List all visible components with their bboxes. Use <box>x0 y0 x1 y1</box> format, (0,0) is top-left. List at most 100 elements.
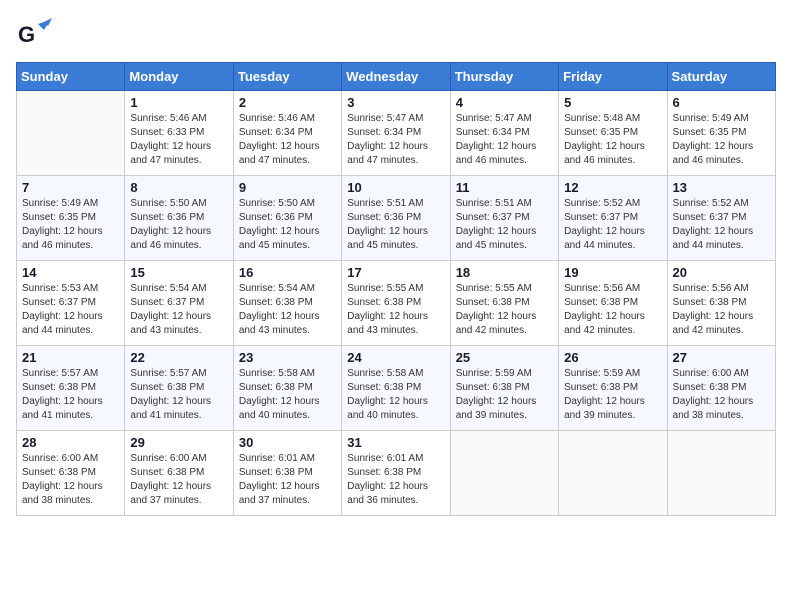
day-number: 5 <box>564 95 661 110</box>
day-number: 13 <box>673 180 770 195</box>
day-info: Sunrise: 5:50 AM Sunset: 6:36 PM Dayligh… <box>239 197 336 253</box>
calendar-cell: 21 Sunrise: 5:57 AM Sunset: 6:38 PM Dayli… <box>17 346 125 431</box>
day-number: 23 <box>239 350 336 365</box>
calendar-cell: 25 Sunrise: 5:59 AM Sunset: 6:38 PM Dayli… <box>450 346 558 431</box>
calendar-cell: 18Sunrise: 5:55 AM Sunset: 6:38 PM Dayli… <box>450 261 558 346</box>
day-info: Sunrise: 6:01 AM Sunset: 6:38 PM Dayligh… <box>347 452 444 508</box>
day-info: Sunrise: 5:54 AM Sunset: 6:38 PM Dayligh… <box>239 282 336 338</box>
day-info: Sunrise: 5:56 AM Sunset: 6:38 PM Dayligh… <box>564 282 661 338</box>
day-number: 16 <box>239 265 336 280</box>
day-info: Sunrise: 5:50 AM Sunset: 6:36 PM Dayligh… <box>130 197 227 253</box>
day-number: 17 <box>347 265 444 280</box>
day-number: 11 <box>456 180 553 195</box>
calendar-header-row: SundayMondayTuesdayWednesdayThursdayFrid… <box>17 63 776 91</box>
calendar-cell: 10Sunrise: 5:51 AM Sunset: 6:36 PM Dayli… <box>342 176 450 261</box>
day-number: 24 <box>347 350 444 365</box>
calendar-table: SundayMondayTuesdayWednesdayThursdayFrid… <box>16 62 776 516</box>
day-info: Sunrise: 6:00 AM Sunset: 6:38 PM Dayligh… <box>673 367 770 423</box>
calendar-cell: 19 Sunrise: 5:56 AM Sunset: 6:38 PM Dayli… <box>559 261 667 346</box>
day-number: 12 <box>564 180 661 195</box>
calendar-cell: 14 Sunrise: 5:53 AM Sunset: 6:37 PM Dayli… <box>17 261 125 346</box>
calendar-cell: 30Sunrise: 6:01 AM Sunset: 6:38 PM Dayli… <box>233 431 341 516</box>
day-number: 27 <box>673 350 770 365</box>
calendar-week-row: 7 Sunrise: 5:49 AM Sunset: 6:35 PM Daylig… <box>17 176 776 261</box>
day-header-friday: Friday <box>559 63 667 91</box>
calendar-cell <box>450 431 558 516</box>
day-number: 28 <box>22 435 119 450</box>
calendar-week-row: 28 Sunrise: 6:00 AM Sunset: 6:38 PM Dayli… <box>17 431 776 516</box>
day-number: 30 <box>239 435 336 450</box>
day-info: Sunrise: 5:49 AM Sunset: 6:35 PM Dayligh… <box>673 112 770 168</box>
day-info: Sunrise: 5:53 AM Sunset: 6:37 PM Dayligh… <box>22 282 119 338</box>
day-info: Sunrise: 5:49 AM Sunset: 6:35 PM Dayligh… <box>22 197 119 253</box>
day-number: 20 <box>673 265 770 280</box>
calendar-cell: 26 Sunrise: 5:59 AM Sunset: 6:38 PM Dayli… <box>559 346 667 431</box>
day-info: Sunrise: 5:56 AM Sunset: 6:38 PM Dayligh… <box>673 282 770 338</box>
calendar-body: 1 Sunrise: 5:46 AM Sunset: 6:33 PM Daylig… <box>17 91 776 516</box>
day-number: 1 <box>130 95 227 110</box>
day-info: Sunrise: 5:57 AM Sunset: 6:38 PM Dayligh… <box>22 367 119 423</box>
calendar-cell: 5 Sunrise: 5:48 AM Sunset: 6:35 PM Daylig… <box>559 91 667 176</box>
calendar-cell: 31Sunrise: 6:01 AM Sunset: 6:38 PM Dayli… <box>342 431 450 516</box>
day-info: Sunrise: 5:48 AM Sunset: 6:35 PM Dayligh… <box>564 112 661 168</box>
day-number: 7 <box>22 180 119 195</box>
calendar-week-row: 1 Sunrise: 5:46 AM Sunset: 6:33 PM Daylig… <box>17 91 776 176</box>
calendar-cell: 12 Sunrise: 5:52 AM Sunset: 6:37 PM Dayli… <box>559 176 667 261</box>
day-number: 18 <box>456 265 553 280</box>
day-number: 3 <box>347 95 444 110</box>
calendar-week-row: 21 Sunrise: 5:57 AM Sunset: 6:38 PM Dayli… <box>17 346 776 431</box>
calendar-cell: 9 Sunrise: 5:50 AM Sunset: 6:36 PM Daylig… <box>233 176 341 261</box>
day-info: Sunrise: 5:58 AM Sunset: 6:38 PM Dayligh… <box>239 367 336 423</box>
calendar-cell: 7 Sunrise: 5:49 AM Sunset: 6:35 PM Daylig… <box>17 176 125 261</box>
calendar-cell: 22Sunrise: 5:57 AM Sunset: 6:38 PM Dayli… <box>125 346 233 431</box>
day-number: 19 <box>564 265 661 280</box>
day-info: Sunrise: 5:59 AM Sunset: 6:38 PM Dayligh… <box>456 367 553 423</box>
calendar-cell: 2Sunrise: 5:46 AM Sunset: 6:34 PM Daylig… <box>233 91 341 176</box>
day-info: Sunrise: 6:00 AM Sunset: 6:38 PM Dayligh… <box>22 452 119 508</box>
day-number: 4 <box>456 95 553 110</box>
logo-icon: G <box>16 16 52 52</box>
calendar-week-row: 14 Sunrise: 5:53 AM Sunset: 6:37 PM Dayli… <box>17 261 776 346</box>
day-header-tuesday: Tuesday <box>233 63 341 91</box>
day-info: Sunrise: 5:51 AM Sunset: 6:37 PM Dayligh… <box>456 197 553 253</box>
calendar-cell: 3 Sunrise: 5:47 AM Sunset: 6:34 PM Daylig… <box>342 91 450 176</box>
calendar-cell: 11 Sunrise: 5:51 AM Sunset: 6:37 PM Dayli… <box>450 176 558 261</box>
day-number: 8 <box>130 180 227 195</box>
calendar-cell: 15 Sunrise: 5:54 AM Sunset: 6:37 PM Dayli… <box>125 261 233 346</box>
day-info: Sunrise: 5:54 AM Sunset: 6:37 PM Dayligh… <box>130 282 227 338</box>
day-number: 25 <box>456 350 553 365</box>
day-number: 9 <box>239 180 336 195</box>
day-info: Sunrise: 6:00 AM Sunset: 6:38 PM Dayligh… <box>130 452 227 508</box>
day-info: Sunrise: 5:52 AM Sunset: 6:37 PM Dayligh… <box>564 197 661 253</box>
calendar-cell <box>559 431 667 516</box>
day-number: 15 <box>130 265 227 280</box>
calendar-cell: 6 Sunrise: 5:49 AM Sunset: 6:35 PM Daylig… <box>667 91 775 176</box>
day-number: 6 <box>673 95 770 110</box>
calendar-cell: 17Sunrise: 5:55 AM Sunset: 6:38 PM Dayli… <box>342 261 450 346</box>
svg-text:G: G <box>18 22 35 47</box>
calendar-cell: 24 Sunrise: 5:58 AM Sunset: 6:38 PM Dayli… <box>342 346 450 431</box>
calendar-cell: 1 Sunrise: 5:46 AM Sunset: 6:33 PM Daylig… <box>125 91 233 176</box>
calendar-cell <box>17 91 125 176</box>
day-info: Sunrise: 5:47 AM Sunset: 6:34 PM Dayligh… <box>456 112 553 168</box>
day-header-sunday: Sunday <box>17 63 125 91</box>
day-info: Sunrise: 5:46 AM Sunset: 6:33 PM Dayligh… <box>130 112 227 168</box>
calendar-cell <box>667 431 775 516</box>
page-header: G <box>16 16 776 52</box>
calendar-cell: 4 Sunrise: 5:47 AM Sunset: 6:34 PM Daylig… <box>450 91 558 176</box>
day-info: Sunrise: 5:59 AM Sunset: 6:38 PM Dayligh… <box>564 367 661 423</box>
calendar-cell: 8 Sunrise: 5:50 AM Sunset: 6:36 PM Daylig… <box>125 176 233 261</box>
calendar-cell: 29Sunrise: 6:00 AM Sunset: 6:38 PM Dayli… <box>125 431 233 516</box>
calendar-cell: 23 Sunrise: 5:58 AM Sunset: 6:38 PM Dayli… <box>233 346 341 431</box>
day-number: 21 <box>22 350 119 365</box>
day-info: Sunrise: 5:51 AM Sunset: 6:36 PM Dayligh… <box>347 197 444 253</box>
day-number: 26 <box>564 350 661 365</box>
logo: G <box>16 16 56 52</box>
day-info: Sunrise: 5:58 AM Sunset: 6:38 PM Dayligh… <box>347 367 444 423</box>
day-header-wednesday: Wednesday <box>342 63 450 91</box>
day-info: Sunrise: 5:46 AM Sunset: 6:34 PM Dayligh… <box>239 112 336 168</box>
day-info: Sunrise: 5:47 AM Sunset: 6:34 PM Dayligh… <box>347 112 444 168</box>
day-header-monday: Monday <box>125 63 233 91</box>
day-number: 14 <box>22 265 119 280</box>
calendar-cell: 13Sunrise: 5:52 AM Sunset: 6:37 PM Dayli… <box>667 176 775 261</box>
